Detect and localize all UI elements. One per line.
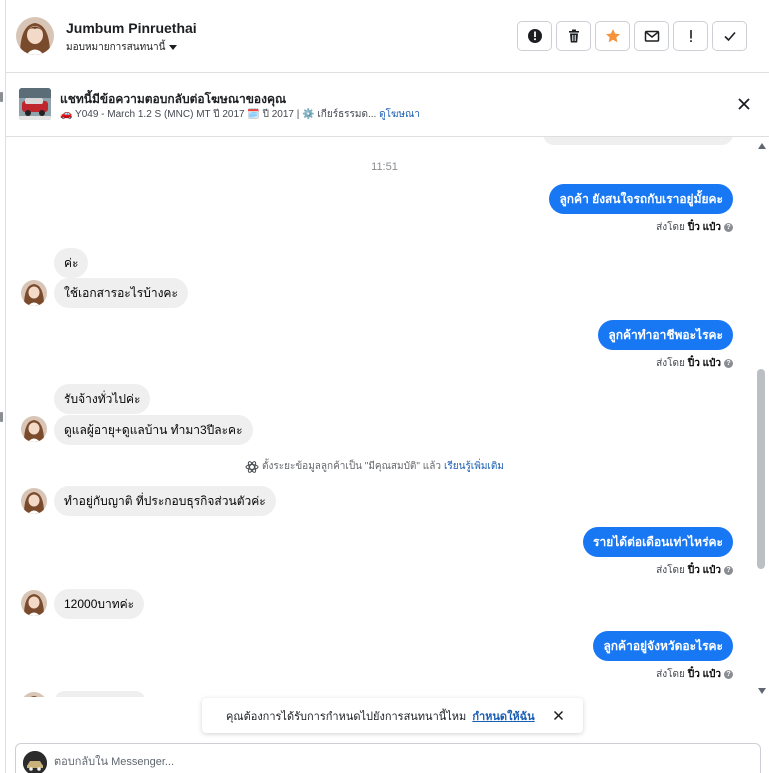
help-icon[interactable]: ? [724,670,733,679]
contact-avatar-small [21,692,47,697]
assign-prompt-text: คุณต้องการได้รับการกำหนดไปยังการสนทนานี้… [226,710,467,723]
edge-tick [0,412,3,422]
scrollbar-thumb[interactable] [757,369,765,569]
sent-by-label: ส่งโดย ปิ๋ว แป๋ว ? [656,220,733,235]
close-icon[interactable] [553,710,564,721]
message-bubble-incoming: รับจ้างทั่วไปค่ะ [54,384,151,414]
scrollbar[interactable] [755,137,769,697]
view-ad-link[interactable]: ดูโฆษณา [379,109,420,120]
message-bubble-incoming: ค่ะ [54,248,89,278]
follow-up-button[interactable] [673,21,708,51]
ad-thumbnail[interactable] [19,88,51,120]
message-bubble-outgoing: ลูกค้าทำอาชีพอะไรคะ [598,320,733,350]
close-icon[interactable] [737,97,751,111]
assign-to-me-link[interactable]: กำหนดให้ฉัน [472,707,534,725]
header-actions [517,21,747,51]
assign-label: มอบหมายการสนทนานี้ [66,42,166,53]
contact-avatar[interactable] [16,17,54,55]
contact-avatar-small [21,590,47,616]
contact-name: Jumbum Pinruethai [66,20,197,36]
reply-input[interactable] [54,754,734,770]
message-bubble-outgoing: ลูกค้า ยังสนใจรถกับเราอยู่มั้ยคะ [549,184,733,214]
ad-banner-subtitle: 🚗 Y049 - March 1.2 S (MNC) MT ปี 2017 🗓️… [60,107,420,122]
message-bubble-outgoing: รายได้ต่อเดือนเท่าไหร่คะ [583,527,733,557]
scroll-down-arrow[interactable] [758,688,766,694]
page-avatar [23,751,47,773]
scroll-up-arrow[interactable] [758,143,766,149]
help-icon[interactable]: ? [724,223,733,232]
lead-status-icon [245,460,259,473]
qualified-lead-notice: ตั้งระยะข้อมูลลูกค้าเป็น "มีคุณสมบัติ" แ… [245,459,504,474]
mark-done-button[interactable] [712,21,747,51]
message-bubble-incoming: ดูแลผู้อายุ+ดูแลบ้าน ทำมา3ปีละคะ [54,415,253,445]
check-icon [723,31,736,42]
star-button[interactable] [595,21,630,51]
exclamation-icon [689,30,692,42]
message-bubble-partial [543,137,733,145]
alert-circle-icon [527,29,542,43]
conversation-header: Jumbum Pinruethai มอบหมายการสนทนานี้ [6,0,769,73]
message-bubble-incoming: ทำอยู่กับญาติ ที่ประกอบธุรกิจส่วนตัวค่ะ [54,486,276,516]
contact-avatar-small [21,488,47,514]
contact-avatar-small [21,280,47,306]
help-icon[interactable]: ? [724,566,733,575]
ad-description: 🚗 Y049 - March 1.2 S (MNC) MT ปี 2017 🗓️… [60,109,377,120]
message-bubble-incoming: 12000บาทค่ะ [54,589,145,619]
report-button[interactable] [517,21,552,51]
help-icon[interactable]: ? [724,359,733,368]
contact-avatar-small [21,416,47,442]
star-icon [605,29,620,43]
caret-down-icon [169,45,178,50]
reply-composer [15,743,761,773]
trash-icon [568,29,579,43]
assign-conversation-dropdown[interactable]: มอบหมายการสนทนานี้ [66,40,178,55]
envelope-icon [644,30,659,42]
delete-button[interactable] [556,21,591,51]
message-timestamp: 11:51 [371,161,398,173]
edge-tick [0,92,3,102]
sent-by-label: ส่งโดย ปิ๋ว แป๋ว ? [656,667,733,682]
message-bubble-incoming: ใช้เอกสารอะไรบ้างคะ [54,278,188,308]
learn-more-link[interactable]: เรียนรู้เพิ่มเติม [444,459,504,474]
notice-text: ตั้งระยะข้อมูลลูกค้าเป็น "มีคุณสมบัติ" แ… [262,461,441,472]
message-bubble-partial [54,691,146,697]
sent-by-label: ส่งโดย ปิ๋ว แป๋ว ? [656,356,733,371]
assign-prompt-toast: คุณต้องการได้รับการกำหนดไปยังการสนทนานี้… [202,698,583,733]
message-thread: 11:51 ลูกค้า ยังสนใจรถกับเราอยู่มั้ยคะ ส… [6,137,769,697]
message-bubble-outgoing: ลูกค้าอยู่จังหวัดอะไรคะ [593,631,733,661]
sent-by-label: ส่งโดย ปิ๋ว แป๋ว ? [656,563,733,578]
mark-unread-button[interactable] [634,21,669,51]
ad-reply-banner: แชทนี้มีข้อความตอบกลับต่อโฆษณาของคุณ 🚗 Y… [6,73,769,137]
